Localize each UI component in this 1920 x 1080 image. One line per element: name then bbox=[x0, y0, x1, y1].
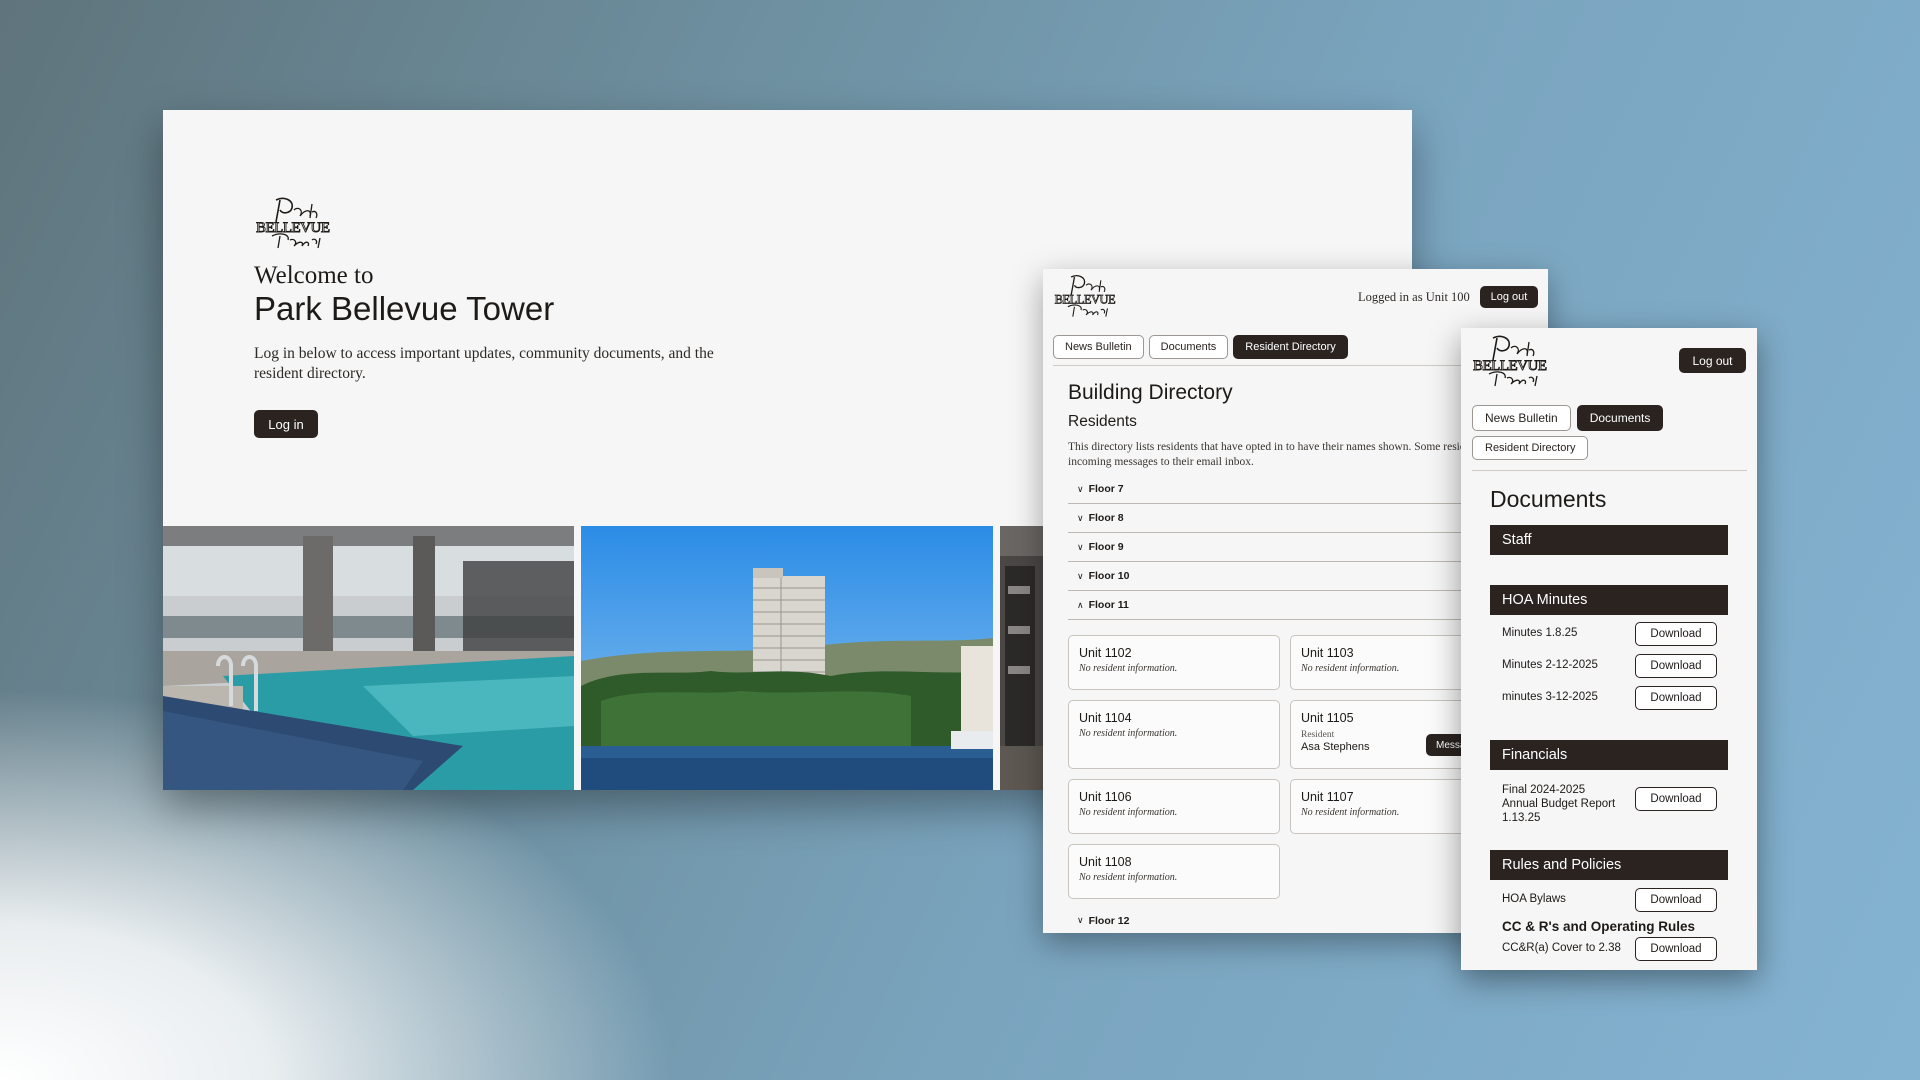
document-name: HOA Bylaws bbox=[1502, 893, 1566, 905]
download-button[interactable]: Download bbox=[1635, 654, 1717, 678]
tab-resident-directory[interactable]: Resident Directory bbox=[1472, 436, 1589, 460]
download-button[interactable]: Download bbox=[1635, 622, 1717, 646]
tab-documents[interactable]: Documents bbox=[1576, 405, 1664, 431]
chevron-up-icon: ∧ bbox=[1077, 599, 1084, 610]
unit-info: No resident information. bbox=[1079, 872, 1178, 883]
document-name: Minutes 2-12-2025 bbox=[1502, 659, 1598, 671]
document-subheading: CC & R's and Operating Rules bbox=[1502, 919, 1695, 934]
floor-label: Floor 12 bbox=[1088, 914, 1130, 927]
document-name: minutes 3-12-2025 bbox=[1502, 691, 1598, 703]
section-header-staff[interactable]: Staff bbox=[1490, 525, 1728, 555]
download-button[interactable]: Download bbox=[1635, 686, 1717, 710]
logged-in-status: Logged in as Unit 100 bbox=[1358, 290, 1470, 304]
floor-label: Floor 8 bbox=[1088, 512, 1124, 524]
chevron-down-icon: ∨ bbox=[1077, 512, 1084, 523]
unit-name: Unit 1104 bbox=[1079, 711, 1132, 725]
unit-card: Unit 1102 No resident information. bbox=[1068, 635, 1280, 690]
download-button[interactable]: Download bbox=[1635, 888, 1717, 912]
tower-photo bbox=[581, 526, 993, 790]
chevron-down-icon: ∨ bbox=[1077, 915, 1084, 925]
section-header-financials[interactable]: Financials bbox=[1490, 740, 1728, 770]
document-row: Final 2024-2025 Annual Budget Report 1.1… bbox=[1502, 784, 1717, 824]
floor-label: Floor 9 bbox=[1088, 541, 1124, 553]
document-name: Final 2024-2025 Annual Budget Report 1.1… bbox=[1502, 784, 1616, 824]
park-bellevue-logo bbox=[1053, 273, 1119, 319]
login-button[interactable]: Log in bbox=[254, 410, 318, 438]
chevron-down-icon: ∨ bbox=[1077, 541, 1084, 552]
divider bbox=[1472, 470, 1747, 471]
unit-info: No resident information. bbox=[1079, 807, 1178, 818]
park-bellevue-logo bbox=[1471, 334, 1551, 388]
nav-tabs: News Bulletin Documents Resident Directo… bbox=[1053, 335, 1348, 359]
document-row: Minutes 2-12-2025 Download bbox=[1502, 654, 1717, 678]
section-header-hoa-minutes[interactable]: HOA Minutes bbox=[1490, 585, 1728, 615]
document-row: CC&R(a) Cover to 2.38 Download bbox=[1502, 937, 1717, 961]
floor-label: Floor 11 bbox=[1088, 599, 1129, 611]
chevron-down-icon: ∨ bbox=[1077, 570, 1084, 581]
logout-button[interactable]: Log out bbox=[1679, 348, 1746, 373]
tab-news-bulletin[interactable]: News Bulletin bbox=[1053, 335, 1144, 359]
nav-tabs: News Bulletin Documents Resident Directo… bbox=[1472, 405, 1732, 460]
document-row: HOA Bylaws Download bbox=[1502, 888, 1717, 912]
logout-button[interactable]: Log out bbox=[1480, 286, 1538, 308]
unit-info: No resident information. bbox=[1079, 663, 1178, 674]
unit-card: Unit 1104 No resident information. bbox=[1068, 700, 1280, 769]
directory-subheading: Residents bbox=[1068, 413, 1137, 430]
chevron-down-icon: ∨ bbox=[1077, 483, 1084, 494]
document-name: CC&R(a) Cover to 2.38 bbox=[1502, 942, 1621, 954]
directory-heading: Building Directory bbox=[1068, 381, 1233, 404]
document-name: Minutes 1.8.25 bbox=[1502, 627, 1578, 639]
download-button[interactable]: Download bbox=[1635, 787, 1717, 811]
pool-photo bbox=[163, 526, 574, 790]
park-bellevue-logo bbox=[254, 196, 334, 250]
tab-news-bulletin[interactable]: News Bulletin bbox=[1472, 405, 1571, 431]
unit-card: Unit 1106 No resident information. bbox=[1068, 779, 1280, 834]
unit-name: Unit 1108 bbox=[1079, 855, 1132, 869]
tab-documents[interactable]: Documents bbox=[1148, 335, 1229, 359]
page-title: Park Bellevue Tower bbox=[254, 290, 555, 327]
document-row: Minutes 1.8.25 Download bbox=[1502, 622, 1717, 646]
unit-name: Unit 1106 bbox=[1079, 790, 1132, 804]
section-header-rules[interactable]: Rules and Policies bbox=[1490, 850, 1728, 880]
unit-name: Unit 1102 bbox=[1079, 646, 1132, 660]
unit-card: Unit 1108 No resident information. bbox=[1068, 844, 1280, 899]
welcome-pretitle: Welcome to bbox=[254, 262, 374, 289]
floor-label: Floor 10 bbox=[1088, 570, 1130, 582]
document-row: minutes 3-12-2025 Download bbox=[1502, 686, 1717, 710]
welcome-description: Log in below to access important updates… bbox=[254, 345, 714, 382]
documents-window: Log out News Bulletin Documents Resident… bbox=[1461, 328, 1757, 970]
floor-label: Floor 7 bbox=[1088, 483, 1124, 495]
download-button[interactable]: Download bbox=[1635, 937, 1717, 961]
tab-resident-directory[interactable]: Resident Directory bbox=[1233, 335, 1348, 359]
unit-info: No resident information. bbox=[1079, 728, 1178, 739]
documents-heading: Documents bbox=[1490, 486, 1607, 512]
